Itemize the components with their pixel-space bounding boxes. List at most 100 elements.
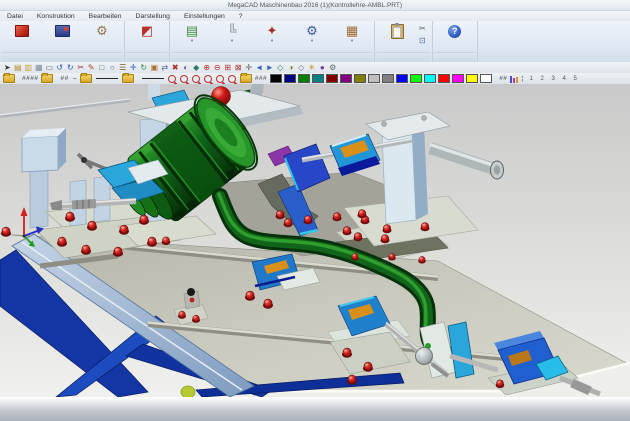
- color-swatch-0000ff[interactable]: [396, 74, 408, 83]
- color-swatch-000080[interactable]: [284, 74, 296, 83]
- color-swatch-ff0000[interactable]: [438, 74, 450, 83]
- ribbon-button-rohrleitungsbau[interactable]: ╚▾: [212, 22, 252, 43]
- color-swatch-00ff00[interactable]: [410, 74, 422, 83]
- save-icon[interactable]: ▦: [34, 63, 45, 73]
- zoom-fit-icon[interactable]: ⊠: [233, 63, 244, 73]
- color-swatch-ffffff[interactable]: [480, 74, 492, 83]
- pan-icon[interactable]: ✛: [244, 63, 255, 73]
- 3d-modus-ein-aus-icon: ◩: [141, 23, 153, 39]
- zoom-window-icon[interactable]: [180, 75, 188, 83]
- wandmenü-icon: ▦: [346, 23, 358, 39]
- ribbon-button-einfügen[interactable]: [377, 22, 417, 39]
- group-folder-icon[interactable]: [122, 74, 134, 83]
- layer-value[interactable]: ##: [498, 75, 508, 82]
- selection-icon[interactable]: ➤: [2, 63, 13, 73]
- menu-item-bearbeiten[interactable]: Bearbeiten: [82, 13, 129, 20]
- zoom-pan-icon[interactable]: [228, 75, 236, 83]
- view-number-2[interactable]: 2: [538, 76, 547, 82]
- menu-item-[interactable]: ?: [232, 13, 250, 20]
- color-swatch-c0c0c0[interactable]: [368, 74, 380, 83]
- color-swatch-808080[interactable]: [382, 74, 394, 83]
- menu-item-darstellung[interactable]: Darstellung: [129, 13, 177, 20]
- color-swatch-800000[interactable]: [326, 74, 338, 83]
- pen-width-value[interactable]: ##: [59, 75, 69, 82]
- ribbon-button-profile[interactable]: ▤▾: [172, 22, 212, 43]
- view-prev-icon[interactable]: ◄: [254, 63, 265, 73]
- zoom-out-icon[interactable]: ⊖: [212, 63, 223, 73]
- view-3d-icon[interactable]: ◇: [275, 63, 286, 73]
- ribbon-button-bearbeiten[interactable]: [2, 22, 42, 39]
- megacad-ins-clip-icon: ⊡: [419, 36, 426, 46]
- separator[interactable]: ¦: [520, 75, 524, 82]
- pen-folder-icon[interactable]: [41, 74, 53, 83]
- ribbon-button-normteilmenü[interactable]: ✦▾: [252, 22, 292, 43]
- undo-icon[interactable]: ↺: [55, 63, 66, 73]
- linetype-folder-icon[interactable]: [80, 74, 92, 83]
- layer-bars-icon[interactable]: [510, 75, 518, 83]
- view-number-3[interactable]: 3: [549, 76, 558, 82]
- color-swatch-800080[interactable]: [340, 74, 352, 83]
- delete-icon[interactable]: ✖: [170, 63, 181, 73]
- mirror-icon[interactable]: ⇄: [160, 63, 171, 73]
- measure-icon[interactable]: ◆: [191, 63, 202, 73]
- view-folder-icon[interactable]: [240, 74, 252, 83]
- color-swatch-000000[interactable]: [270, 74, 282, 83]
- ribbon-button-werkzeuge[interactable]: ⚙▾: [292, 22, 332, 43]
- viewport-3d[interactable]: [0, 84, 630, 397]
- profile-icon: ▤: [186, 23, 198, 39]
- ribbon-button-wandmenü[interactable]: ▦▾: [332, 22, 372, 43]
- color-swatch-00ffff[interactable]: [424, 74, 436, 83]
- print-icon[interactable]: ▭: [44, 63, 55, 73]
- render-icon[interactable]: ●: [317, 63, 328, 73]
- wireframe-icon[interactable]: ◇: [296, 63, 307, 73]
- zoom-window-icon[interactable]: ⊞: [223, 63, 234, 73]
- pencil-icon[interactable]: ✎: [86, 63, 97, 73]
- menu-item-konstruktion[interactable]: Konstruktion: [30, 13, 82, 20]
- zoom-all-icon[interactable]: [168, 75, 176, 83]
- rectangle-icon[interactable]: □: [97, 63, 108, 73]
- copy-icon[interactable]: ▣: [149, 63, 160, 73]
- ribbon-button-einstellungen[interactable]: ⚙: [82, 22, 122, 39]
- color-swatch-008080[interactable]: [312, 74, 324, 83]
- zoom-in-icon[interactable]: [204, 75, 212, 83]
- chevron-down-icon: ▾: [351, 39, 353, 43]
- normteilmenü-icon: ✦: [267, 23, 278, 39]
- scale-value[interactable]: ###: [254, 75, 268, 82]
- menu-item-einstellungen[interactable]: Einstellungen: [177, 13, 232, 20]
- settings-icon[interactable]: ⚙: [328, 63, 339, 73]
- menu-item-datei[interactable]: Datei: [0, 13, 30, 20]
- color-swatch-ff00ff[interactable]: [452, 74, 464, 83]
- redo-icon[interactable]: ↻: [65, 63, 76, 73]
- view-number-5[interactable]: 5: [571, 76, 580, 82]
- zoom-out-icon[interactable]: [216, 75, 224, 83]
- circle-icon[interactable]: ○: [107, 63, 118, 73]
- linetype-sample[interactable]: [96, 78, 118, 79]
- linewidth-sample[interactable]: [142, 78, 164, 79]
- dash-value[interactable]: –: [72, 75, 78, 82]
- zoom-in-icon[interactable]: ⊕: [202, 63, 213, 73]
- cut-icon[interactable]: ✂: [76, 63, 87, 73]
- color-swatch-808000[interactable]: [354, 74, 366, 83]
- help-icon: ?: [448, 25, 461, 38]
- shading-icon[interactable]: ◑: [286, 63, 297, 73]
- move-icon[interactable]: ✛: [128, 63, 139, 73]
- sheet-icon[interactable]: ▤: [13, 63, 24, 73]
- view-next-icon[interactable]: ►: [265, 63, 276, 73]
- view-number-4[interactable]: 4: [560, 76, 569, 82]
- ribbon-button-darstellung[interactable]: [42, 22, 82, 39]
- hatch-style-value[interactable]: ####: [21, 75, 39, 82]
- trim-icon[interactable]: ◐: [181, 63, 192, 73]
- open-icon[interactable]: ▥: [23, 63, 34, 73]
- ribbon-button-3d-modus-ein-aus[interactable]: ◩: [127, 22, 167, 39]
- polyline-icon[interactable]: ☰: [118, 63, 129, 73]
- color-swatch-ffff00[interactable]: [466, 74, 478, 83]
- ribbon-button-hilfe[interactable]: ?: [435, 22, 475, 39]
- title-bar: MegaCAD Maschinenbau 2016 (1)(Kontrolleh…: [0, 0, 630, 11]
- view-number-1[interactable]: 1: [527, 76, 536, 82]
- ribbon-button-megacad-ins-clip[interactable]: ⊡: [417, 36, 430, 46]
- rotate-icon[interactable]: ↻: [139, 63, 150, 73]
- light-icon[interactable]: ☀: [307, 63, 318, 73]
- zoom-prev-icon[interactable]: [192, 75, 200, 83]
- color-swatch-008000[interactable]: [298, 74, 310, 83]
- layer-folder-icon[interactable]: [3, 74, 15, 83]
